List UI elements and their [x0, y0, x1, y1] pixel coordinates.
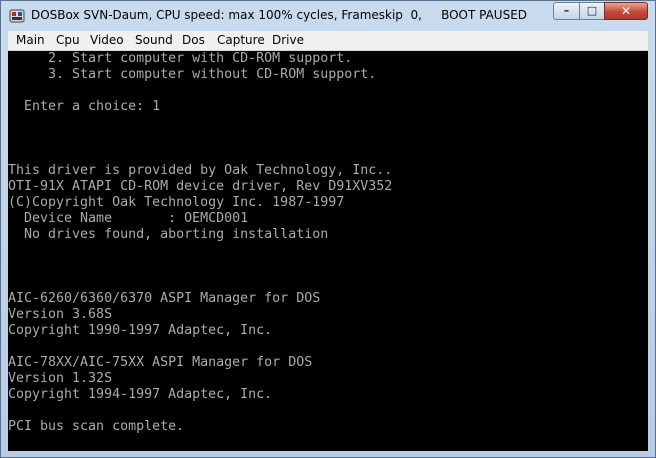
- dos-console-screen[interactable]: 2. Start computer with CD-ROM support. 3…: [8, 51, 648, 451]
- console-line: This driver is provided by Oak Technolog…: [8, 163, 393, 178]
- maximize-button[interactable]: □: [579, 2, 605, 20]
- menu-bar: Main Cpu Video Sound Dos Capture Drive: [8, 31, 648, 51]
- console-line: Copyright 1994-1997 Adaptec, Inc.: [8, 387, 273, 402]
- console-line: Enter a choice: 1: [8, 99, 161, 114]
- console-line: Device Name : OEMCD001: [8, 211, 249, 226]
- close-icon: ✕: [620, 4, 632, 18]
- console-line: (C)Copyright Oak Technology Inc. 1987-19…: [8, 195, 345, 210]
- menu-capture[interactable]: Capture: [217, 33, 265, 47]
- minimize-button[interactable]: –: [553, 2, 580, 20]
- console-line: Copyright 1990-1997 Adaptec, Inc.: [8, 323, 273, 338]
- console-line: Version 3.68S: [8, 307, 113, 322]
- menu-main[interactable]: Main: [16, 33, 45, 47]
- console-line: OTI-91X ATAPI CD-ROM device driver, Rev …: [8, 179, 393, 194]
- title-bar[interactable]: DOSBox SVN-Daum, CPU speed: max 100% cyc…: [1, 1, 655, 31]
- console-line: No drives found, aborting installation: [8, 227, 329, 242]
- console-line: AIC-78XX/AIC-75XX ASPI Manager for DOS: [8, 355, 313, 370]
- menu-video[interactable]: Video: [90, 33, 124, 47]
- maximize-icon: □: [586, 4, 598, 17]
- menu-dos[interactable]: Dos: [182, 33, 205, 47]
- dosbox-window: DOSBox SVN-Daum, CPU speed: max 100% cyc…: [0, 0, 656, 458]
- console-line: 2. Start computer with CD-ROM support.: [8, 51, 353, 66]
- console-line: Version 1.32S: [8, 371, 113, 386]
- window-title: DOSBox SVN-Daum, CPU speed: max 100% cyc…: [31, 8, 528, 22]
- minimize-icon: –: [563, 4, 570, 17]
- menu-drive[interactable]: Drive: [272, 33, 304, 47]
- close-button[interactable]: ✕: [604, 2, 648, 20]
- dosbox-app-icon: [9, 9, 25, 23]
- console-line: AIC-6260/6360/6370 ASPI Manager for DOS: [8, 291, 321, 306]
- console-line: PCI bus scan complete.: [8, 419, 185, 434]
- menu-sound[interactable]: Sound: [135, 33, 173, 47]
- menu-cpu[interactable]: Cpu: [56, 33, 80, 47]
- console-line: 3. Start computer without CD-ROM support…: [8, 67, 377, 82]
